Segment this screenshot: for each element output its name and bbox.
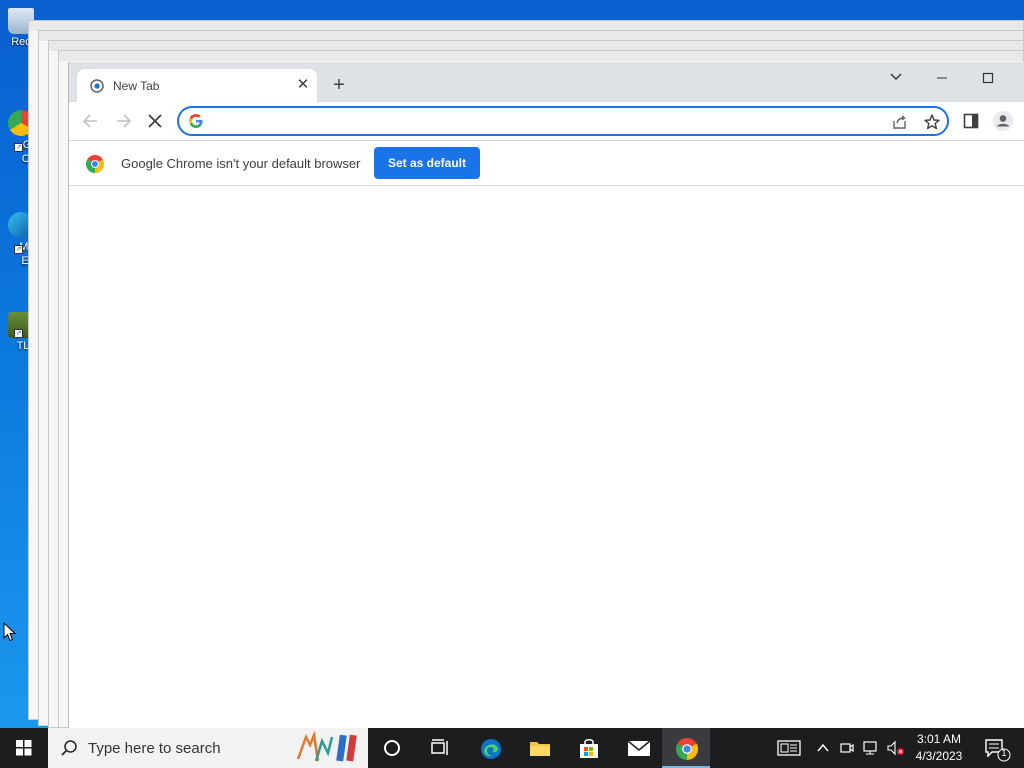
windows-logo-icon <box>16 740 32 756</box>
bookmark-star-icon[interactable] <box>923 113 941 131</box>
forward-button[interactable] <box>111 110 135 132</box>
side-panel-icon <box>963 113 979 129</box>
show-hidden-icons-button[interactable] <box>812 728 834 768</box>
arrow-right-icon <box>117 114 132 128</box>
chevron-up-icon <box>817 743 829 752</box>
tab-strip: New Tab ✕ + <box>69 62 1024 102</box>
url-input[interactable] <box>213 111 873 131</box>
taskbar-search-box[interactable]: Type here to search <box>48 728 368 768</box>
profile-avatar-icon <box>993 111 1013 131</box>
volume-muted-icon <box>887 740 904 756</box>
cortana-circle-icon <box>384 740 400 756</box>
folder-icon <box>530 742 550 756</box>
volume-button[interactable] <box>884 728 906 768</box>
share-icon[interactable] <box>891 113 909 131</box>
chrome-logo-icon <box>86 155 104 173</box>
stop-x-icon <box>148 114 162 128</box>
maximize-button[interactable] <box>973 66 1003 90</box>
search-highlight-illustration-icon <box>296 731 357 762</box>
stop-loading-button[interactable] <box>143 110 167 132</box>
tab-search-button[interactable] <box>881 66 911 90</box>
search-icon <box>61 740 77 756</box>
tab-title: New Tab <box>113 79 160 93</box>
meet-now-button[interactable] <box>836 728 858 768</box>
address-bar[interactable] <box>177 106 949 136</box>
notification-center-button[interactable]: 1 <box>978 728 1018 768</box>
tab-close-icon[interactable]: ✕ <box>295 77 311 93</box>
browser-toolbar <box>69 102 1024 140</box>
start-button[interactable] <box>0 728 48 768</box>
network-button[interactable] <box>860 728 882 768</box>
edge-icon <box>481 739 501 759</box>
minimize-button[interactable] <box>927 66 957 90</box>
taskbar-store[interactable] <box>564 728 612 768</box>
taskbar-chrome[interactable] <box>662 728 710 768</box>
taskbar-edge[interactable] <box>466 728 514 768</box>
new-tab-button[interactable]: + <box>328 74 350 96</box>
network-icon <box>863 741 877 755</box>
default-browser-infobar: Google Chrome isn't your default browser… <box>69 140 1024 186</box>
taskbar-mail[interactable] <box>613 728 661 768</box>
store-bag-icon <box>580 739 598 758</box>
shortcut-arrow-icon: ↗ <box>14 329 23 338</box>
notification-count-badge: 1 <box>1001 748 1007 758</box>
taskbar: Type here to search 3:01 AM 4/3/2023 1 <box>0 728 1024 768</box>
page-content <box>69 186 1024 728</box>
news-widget-button[interactable] <box>774 728 802 768</box>
arrow-left-icon <box>82 114 97 128</box>
set-as-default-button[interactable]: Set as default <box>374 147 480 179</box>
search-placeholder: Type here to search <box>88 740 221 757</box>
profile-button[interactable] <box>991 110 1015 132</box>
mail-envelope-icon <box>627 740 651 756</box>
chrome-icon <box>676 738 698 760</box>
side-panel-button[interactable] <box>959 110 983 132</box>
news-icon <box>777 740 801 756</box>
chrome-window: New Tab ✕ + Google Chrome isn't your def… <box>68 62 1024 728</box>
camera-icon <box>840 743 854 753</box>
taskbar-file-explorer[interactable] <box>515 728 563 768</box>
clock-date: 4/3/2023 <box>915 749 963 763</box>
back-button[interactable] <box>79 110 103 132</box>
tab-new-tab[interactable]: New Tab ✕ <box>77 69 317 102</box>
task-view-icon <box>431 739 448 755</box>
minimize-icon <box>937 77 947 79</box>
maximize-icon <box>982 72 994 84</box>
mouse-cursor-icon <box>3 622 17 642</box>
google-g-icon <box>189 114 203 128</box>
infobar-message: Google Chrome isn't your default browser <box>121 156 361 171</box>
shortcut-arrow-icon: ↗ <box>14 143 23 152</box>
task-view-button[interactable] <box>416 728 464 768</box>
clock-time: 3:01 AM <box>916 732 962 746</box>
loading-favicon-icon <box>90 79 104 93</box>
chevron-down-icon <box>890 73 902 80</box>
shortcut-arrow-icon: ↗ <box>14 245 23 254</box>
cortana-button[interactable] <box>368 728 416 768</box>
system-clock[interactable]: 3:01 AM 4/3/2023 <box>906 731 972 765</box>
